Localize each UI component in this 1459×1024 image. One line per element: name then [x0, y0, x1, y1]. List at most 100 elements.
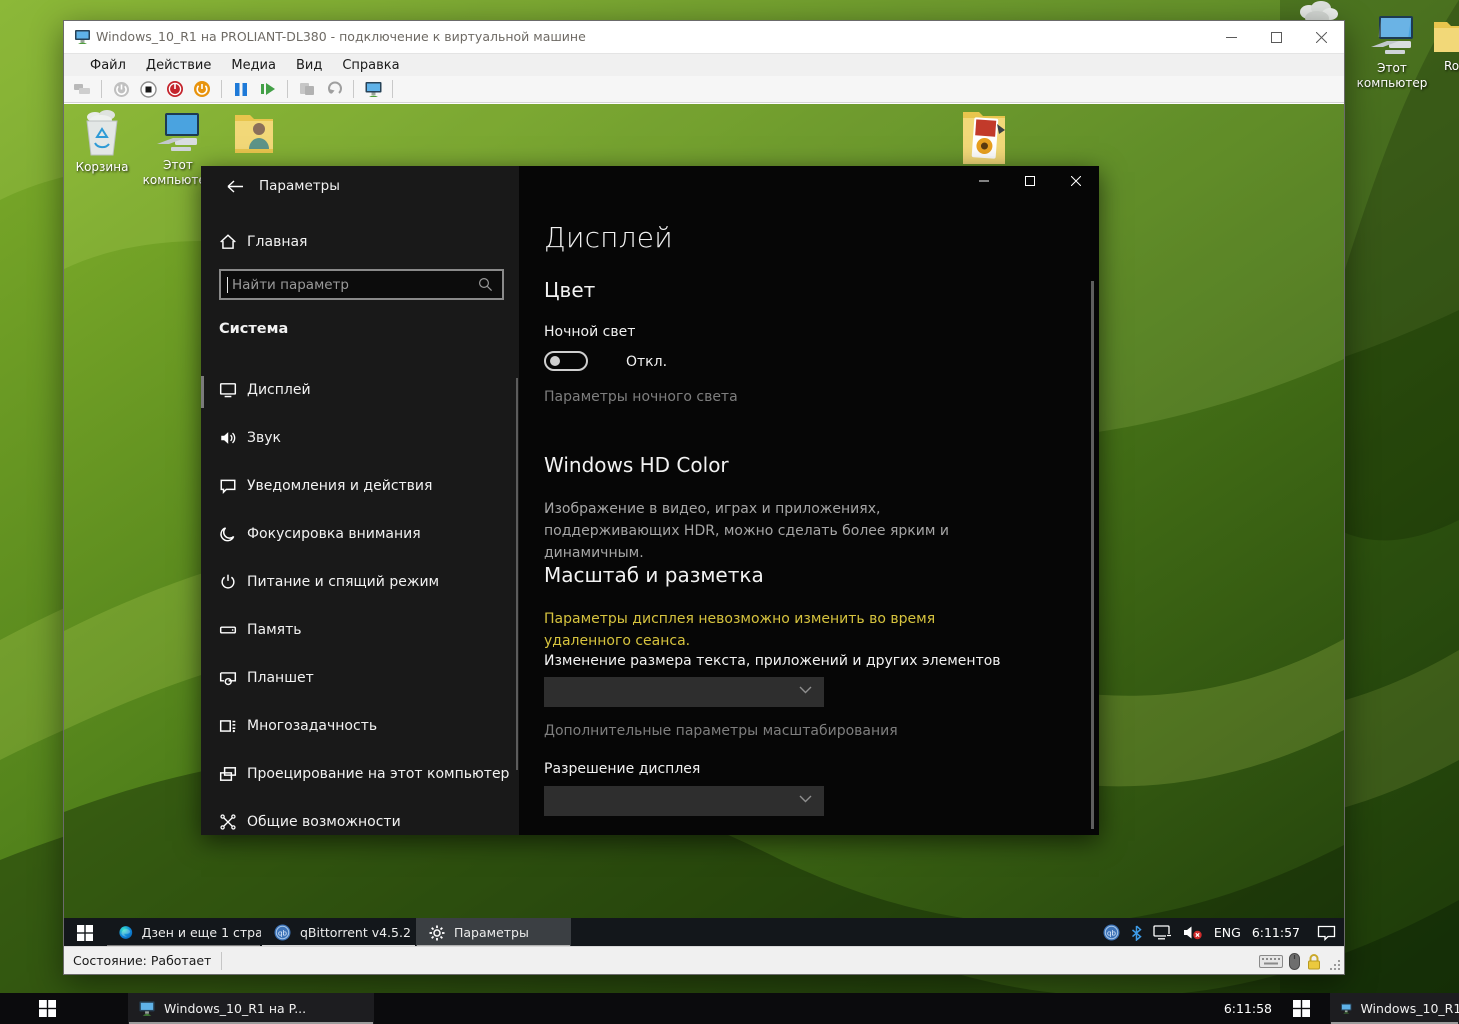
vm-clock[interactable]: 6:11:57 — [1252, 925, 1300, 940]
menu-file[interactable]: Файл — [80, 56, 136, 75]
vm-desktop-icon-recycle-bin[interactable]: Корзина — [64, 109, 140, 175]
start-vm-button[interactable] — [111, 79, 131, 99]
power-icon — [219, 573, 237, 591]
search-icon[interactable] — [478, 277, 493, 292]
checkpoint-button[interactable] — [297, 79, 317, 99]
task-label: Windows_10_R1 на P... — [1360, 1001, 1459, 1016]
menu-media[interactable]: Медиа — [221, 56, 286, 75]
sidebar-edge-scroll-thumb[interactable] — [201, 376, 204, 408]
action-center-icon[interactable] — [1317, 925, 1336, 941]
resize-grip[interactable] — [1329, 959, 1341, 971]
network-icon[interactable] — [1153, 925, 1172, 940]
host-taskbar-task-vmconnect-monitor2[interactable]: Windows_10_R1 на P... — [1330, 993, 1459, 1024]
resolution-dropdown[interactable] — [544, 786, 824, 816]
sidebar-item-storage[interactable]: Память — [201, 606, 519, 654]
chevron-down-icon — [799, 686, 812, 694]
sidebar-item-multitasking[interactable]: Многозадачность — [201, 702, 519, 750]
home-icon — [219, 233, 237, 251]
sidebar-nav: Дисплей Звук — [201, 366, 519, 835]
pictures-folder-icon — [957, 106, 1011, 168]
hyperv-window-icon — [138, 1000, 156, 1017]
vm-system-tray: qb ENG — [1103, 918, 1336, 947]
sidebar-item-power-sleep[interactable]: Питание и спящий режим — [201, 558, 519, 606]
sidebar-scrollbar[interactable] — [516, 378, 518, 770]
hyperv-minimize-button[interactable] — [1209, 21, 1254, 53]
host-desktop-icon-this-pc[interactable]: Этот компьютер — [1354, 14, 1430, 91]
sidebar-item-focus-assist[interactable]: Фокусировка внимания — [201, 510, 519, 558]
hyperv-close-button[interactable] — [1299, 21, 1344, 53]
resume-vm-button[interactable] — [258, 79, 278, 99]
enhanced-session-button[interactable] — [363, 79, 383, 99]
search-box[interactable] — [219, 269, 504, 300]
night-light-toggle[interactable] — [544, 351, 588, 371]
host-taskbar: Windows_10_R1 на P... 6:11:58 Windows_10… — [0, 993, 1459, 1024]
toolbar-separator — [392, 80, 393, 98]
toolbar-separator — [221, 80, 222, 98]
menu-help[interactable]: Справка — [332, 56, 409, 75]
sidebar-item-label: Главная — [247, 234, 307, 250]
ctrl-alt-del-button[interactable] — [72, 79, 92, 99]
revert-button[interactable] — [324, 79, 344, 99]
vm-taskbar-task-qbittorrent[interactable]: qb qBittorrent v4.5.2 — [261, 918, 416, 947]
pause-vm-button[interactable] — [231, 79, 251, 99]
vm-start-button[interactable] — [64, 918, 106, 947]
qbittorrent-tray-icon[interactable]: qb — [1103, 924, 1120, 941]
toggle-knob — [550, 356, 560, 366]
back-button[interactable] — [221, 174, 249, 198]
windows-logo-icon — [39, 1000, 56, 1017]
shared-experiences-icon — [219, 813, 237, 831]
settings-minimize-button[interactable] — [961, 166, 1007, 196]
settings-window-title: Параметры — [259, 178, 340, 194]
task-label: Windows_10_R1 на P... — [164, 1001, 306, 1016]
save-vm-button[interactable] — [192, 79, 212, 99]
scale-dropdown[interactable] — [544, 677, 824, 707]
sound-icon — [219, 429, 237, 447]
volume-muted-icon[interactable] — [1183, 925, 1203, 940]
vm-desktop-icon-user-folder[interactable] — [216, 111, 292, 160]
sidebar-item-label: Планшет — [247, 670, 314, 686]
main-scrollbar[interactable] — [1091, 281, 1094, 829]
vm-taskbar-task-edge[interactable]: Дзен и еще 1 страни... — [106, 918, 261, 947]
menu-view[interactable]: Вид — [286, 56, 332, 75]
sidebar-item-notifications[interactable]: Уведомления и действия — [201, 462, 519, 510]
page-title: Дисплей — [544, 221, 673, 254]
this-pc-icon — [1369, 14, 1415, 58]
night-light-settings-link[interactable]: Параметры ночного света — [544, 389, 738, 405]
task-label: Параметры — [454, 925, 529, 940]
display-icon — [219, 381, 237, 399]
bluetooth-icon[interactable] — [1131, 925, 1142, 941]
settings-maximize-button[interactable] — [1007, 166, 1053, 196]
language-indicator[interactable]: ENG — [1214, 925, 1241, 940]
status-divider — [221, 952, 222, 970]
svg-text:qb: qb — [1107, 930, 1116, 938]
toolbar-separator — [353, 80, 354, 98]
color-heading: Цвет — [544, 278, 595, 302]
turn-off-vm-button[interactable] — [138, 79, 158, 99]
menu-action[interactable]: Действие — [136, 56, 221, 75]
gear-icon — [429, 925, 445, 941]
advanced-scaling-link[interactable]: Дополнительные параметры масштабирования — [544, 723, 898, 739]
vm-taskbar: Дзен и еще 1 страни... qb qBittorrent v4… — [64, 918, 1344, 947]
sidebar-item-shared-experiences[interactable]: Общие возможности — [201, 798, 519, 835]
vm-taskbar-task-settings[interactable]: Параметры — [416, 918, 571, 947]
host-desktop-icon-folder[interactable]: Ror — [1424, 16, 1459, 74]
sidebar-item-display[interactable]: Дисплей — [201, 366, 519, 414]
windows-logo-icon — [77, 925, 93, 941]
shut-down-vm-button[interactable] — [165, 79, 185, 99]
host-taskbar-task-vmconnect[interactable]: Windows_10_R1 на P... — [128, 993, 374, 1024]
settings-close-button[interactable] — [1053, 166, 1099, 196]
sidebar-item-projecting[interactable]: Проецирование на этот компьютер — [201, 750, 519, 798]
sidebar-item-sound[interactable]: Звук — [201, 414, 519, 462]
search-input[interactable] — [228, 277, 478, 293]
toolbar-separator — [287, 80, 288, 98]
host-start-button[interactable] — [24, 993, 70, 1024]
remote-session-warning: Параметры дисплея невозможно изменить во… — [544, 608, 989, 652]
sidebar-item-home[interactable]: Главная — [201, 222, 519, 262]
host-start-button-monitor2[interactable] — [1278, 993, 1324, 1024]
host-clock[interactable]: 6:11:58 — [1224, 993, 1272, 1024]
hyperv-titlebar[interactable]: Windows_10_R1 на PROLIANT-DL380 - подклю… — [64, 21, 1344, 53]
hyperv-maximize-button[interactable] — [1254, 21, 1299, 53]
sidebar-item-tablet[interactable]: Планшет — [201, 654, 519, 702]
vm-desktop-icon-pictures-folder[interactable] — [946, 106, 1022, 171]
vm-screen[interactable]: Корзина Этот компьютер — [64, 104, 1344, 947]
